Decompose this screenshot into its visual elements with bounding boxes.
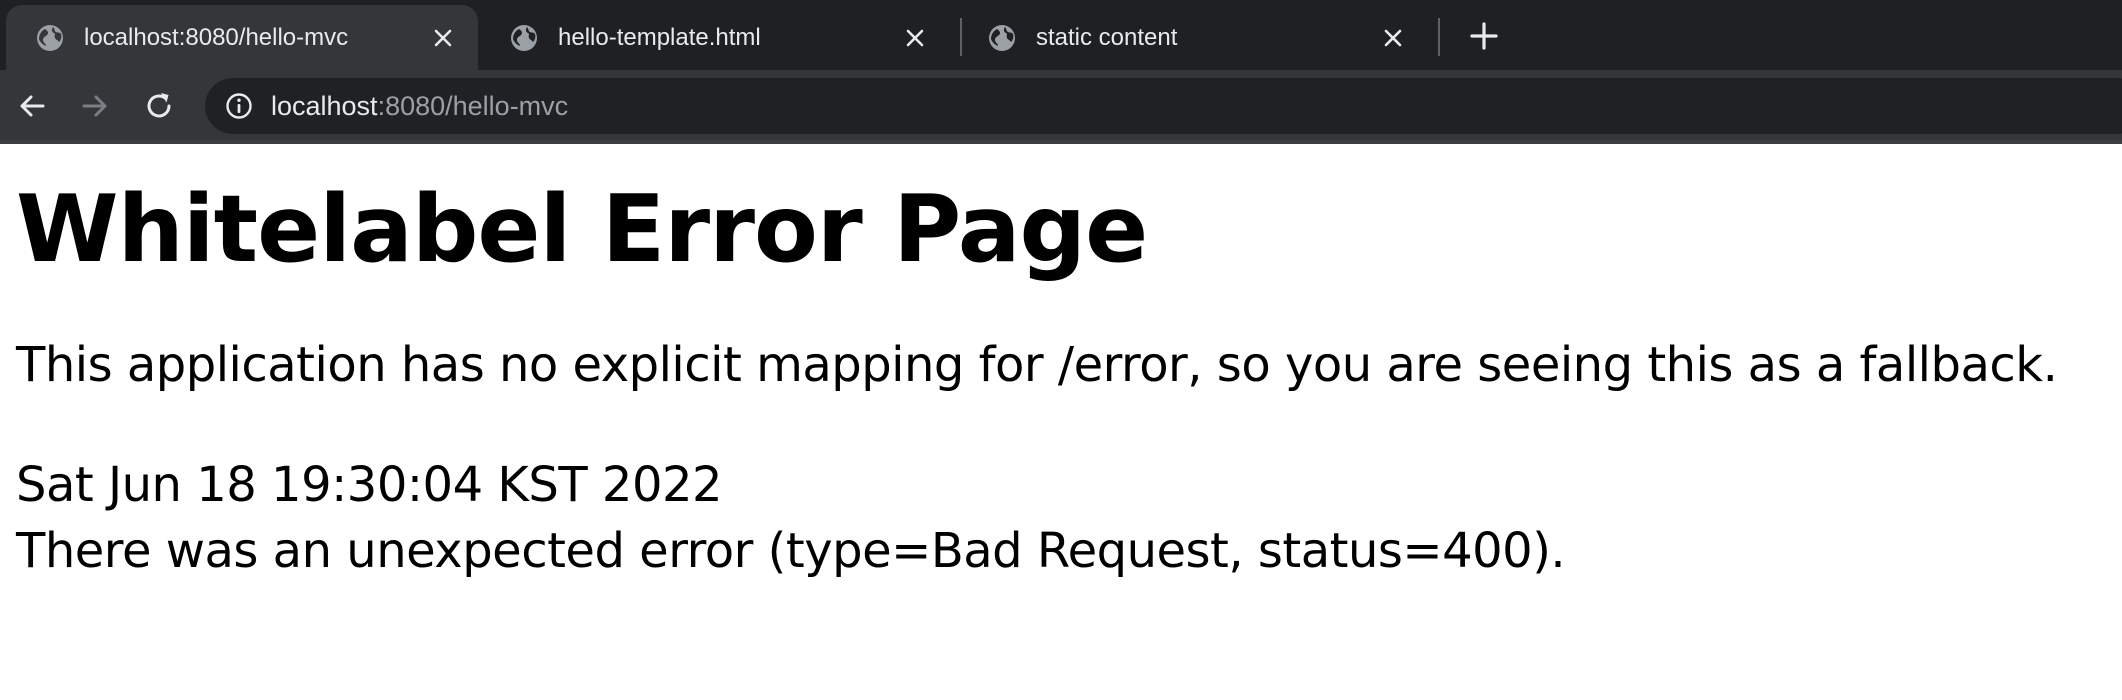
tab-hello-mvc[interactable]: localhost:8080/hello-mvc [6,5,478,70]
close-icon[interactable] [1382,27,1404,49]
close-icon[interactable] [904,27,926,49]
address-bar[interactable]: localhost:8080/hello-mvc [205,78,2122,134]
tab-title: localhost:8080/hello-mvc [84,23,349,51]
forward-arrow-icon[interactable] [79,90,111,122]
browser-toolbar: localhost:8080/hello-mvc [0,70,2122,140]
error-details: There was an unexpected error (type=Bad … [16,523,1566,579]
page-content: Whitelabel Error Page This application h… [0,144,2122,584]
tab-title: hello-template.html [558,23,761,51]
url-host: localhost [271,90,378,121]
timestamp: Sat Jun 18 19:30:04 KST 2022 [16,457,723,513]
info-icon[interactable] [225,92,253,120]
tab-title: static content [1036,23,1178,51]
new-tab-button[interactable] [1468,20,1500,52]
page-title: Whitelabel Error Page [16,175,1148,283]
back-arrow-icon[interactable] [16,90,48,122]
tab-static-content[interactable]: static content [958,5,1428,70]
globe-icon [511,24,537,51]
globe-icon [37,24,63,51]
reload-icon[interactable] [143,90,175,122]
error-message: This application has no explicit mapping… [16,337,2058,393]
tab-strip: localhost:8080/hello-mvc hello-template.… [0,0,2122,70]
url-path: :8080/hello-mvc [377,90,569,121]
globe-icon [989,24,1015,51]
tab-divider [1438,18,1440,56]
close-icon[interactable] [432,27,454,49]
tab-hello-template[interactable]: hello-template.html [480,5,950,70]
